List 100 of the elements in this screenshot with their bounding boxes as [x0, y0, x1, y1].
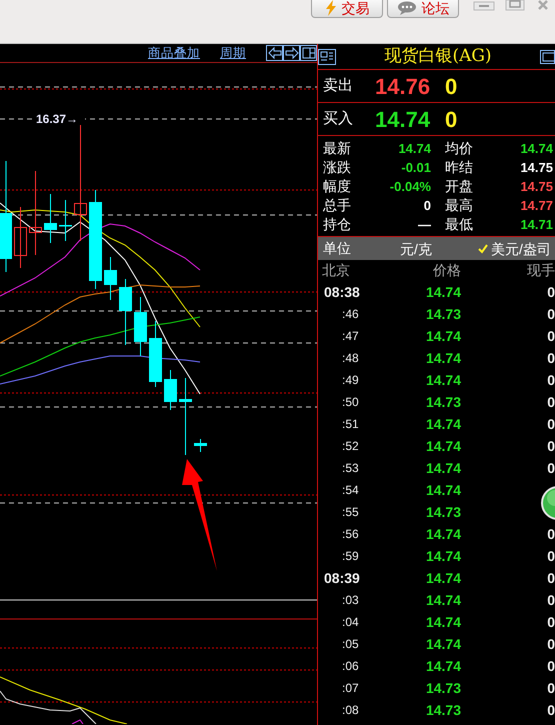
tick-time: :48	[341, 350, 360, 367]
tick-time: :55	[341, 504, 360, 521]
tick-volume: 0	[546, 392, 555, 412]
toolbar-button[interactable]: 论坛	[387, 0, 459, 18]
tick-volume: 0	[546, 348, 555, 368]
tick-volume: 0	[546, 436, 555, 456]
order-label: 买入	[322, 108, 354, 129]
period-link[interactable]: 周期	[220, 46, 246, 60]
tick-price: 14.74	[424, 634, 461, 654]
speech-bubble-icon	[396, 1, 416, 15]
tick-volume: 0	[546, 546, 555, 566]
left-arrow-icon[interactable]	[266, 45, 283, 61]
stat-label: 昨结	[444, 158, 474, 177]
tick-volume: 0	[546, 612, 555, 632]
tick-time: :07	[341, 680, 360, 697]
stat-value: -0.04%	[388, 178, 431, 196]
tick-price: 14.73	[424, 502, 461, 522]
tick-price: 14.74	[424, 414, 461, 434]
candlestick	[164, 370, 177, 410]
stat-value: 14.77	[519, 197, 553, 215]
candlestick	[14, 206, 27, 268]
candlestick	[194, 438, 207, 452]
candlestick	[134, 296, 147, 356]
stat-value: 14.74	[519, 140, 553, 158]
tick-price: 14.74	[424, 458, 461, 478]
stat-label: 最低	[444, 215, 474, 234]
tick-time: :47	[341, 328, 360, 345]
tick-volume: 0	[546, 700, 555, 720]
tick-time: :49	[341, 372, 360, 389]
tick-time: :06	[341, 658, 360, 675]
tick-time: :05	[341, 636, 360, 653]
stat-label: 最新	[323, 139, 352, 158]
tick-volume: 0	[546, 656, 555, 676]
tick-time: :52	[341, 438, 360, 455]
stat-label: 涨跌	[323, 158, 352, 177]
tick-volume: 0	[546, 414, 555, 434]
right-arrow-icon[interactable]	[283, 45, 300, 61]
stat-value: 14.75	[519, 159, 553, 177]
candlestick	[149, 320, 162, 388]
tick-volume: 0	[546, 524, 555, 544]
order-price: 14.76	[375, 72, 432, 100]
tick-time: :59	[341, 548, 360, 565]
tick-time: 08:38	[323, 282, 361, 302]
tick-time: 08:39	[323, 568, 361, 588]
tick-price: 14.74	[424, 370, 461, 390]
tick-time: :08	[341, 702, 360, 719]
tick-time: :54	[341, 482, 360, 499]
tick-time: :04	[341, 614, 360, 631]
tick-price: 14.73	[424, 304, 461, 324]
order-volume: 0	[445, 72, 458, 100]
stat-label: 幅度	[323, 177, 352, 196]
stat-value: -0.01	[400, 159, 431, 177]
stat-value: 14.71	[519, 216, 553, 234]
tick-price: 14.74	[424, 326, 461, 346]
tick-volume: 0	[546, 326, 555, 346]
tick-volume: 0	[546, 458, 555, 478]
column-header: 价格	[432, 261, 461, 280]
tick-price: 14.74	[424, 546, 461, 566]
tick-price: 14.73	[424, 678, 461, 698]
overlay-link[interactable]: 商品叠加	[148, 46, 200, 60]
lightning-icon	[324, 0, 336, 16]
candlestick	[44, 194, 57, 244]
layout-icon[interactable]	[318, 48, 336, 64]
stat-label: 持仓	[323, 215, 352, 234]
order-price: 14.74	[375, 106, 432, 134]
tick-volume: 0	[546, 634, 555, 654]
stat-value: 14.75	[519, 178, 553, 196]
unit-option[interactable]: 元/克	[400, 242, 478, 256]
layout-icon[interactable]	[300, 45, 317, 61]
tick-price: 14.74	[424, 656, 461, 676]
tick-price: 14.73	[424, 700, 461, 720]
tick-price: 14.74	[424, 612, 461, 632]
candlestick	[104, 256, 117, 300]
tick-price: 14.74	[424, 436, 461, 456]
stat-label: 开盘	[444, 177, 474, 196]
candlestick	[119, 278, 132, 346]
tick-time: :03	[341, 592, 360, 609]
check-icon	[478, 244, 488, 254]
stat-label: 总手	[323, 196, 352, 215]
tick-price: 14.74	[424, 480, 461, 500]
toolbar-button[interactable]: 交易	[311, 0, 383, 18]
tick-volume: 0	[546, 590, 555, 610]
order-label: 卖出	[322, 76, 354, 96]
column-header: 北京	[321, 261, 351, 280]
tick-price: 14.74	[424, 348, 461, 368]
stat-label: 均价	[444, 139, 474, 158]
tick-price: 14.73	[424, 392, 461, 412]
stat-value: 0	[422, 197, 431, 215]
order-volume: 0	[445, 106, 458, 134]
window-icon[interactable]	[540, 50, 555, 64]
tick-volume: 0	[546, 282, 555, 302]
tick-time: :51	[341, 416, 360, 433]
tick-price: 14.74	[424, 568, 461, 588]
tick-time: :53	[341, 460, 360, 477]
tick-time: :56	[341, 526, 360, 543]
quote-title: 现货白银(AG)	[383, 44, 493, 68]
tick-volume: 0	[546, 678, 555, 698]
tick-price: 14.74	[424, 590, 461, 610]
unit-option[interactable]: 美元/盎司	[478, 242, 551, 256]
tick-time: :46	[341, 306, 360, 323]
